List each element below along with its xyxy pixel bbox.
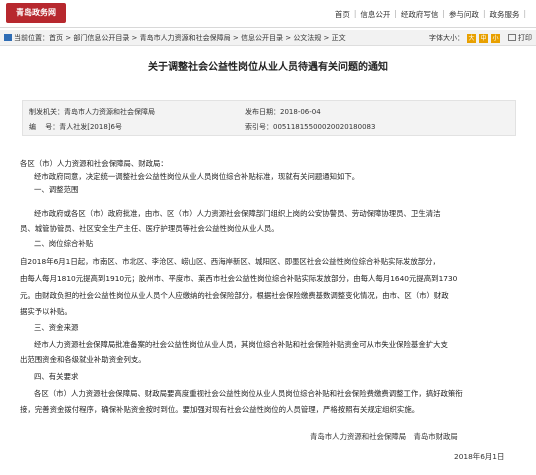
signature-date: 2018年6月1日 [454,452,505,461]
site-logo[interactable]: 青岛政务网 [6,3,66,23]
body-line: 自2018年6月1日起，市南区、市北区、李沧区、崂山区、西海岸新区、城阳区、即墨… [20,257,440,266]
date-value: 2018-06-04 [280,108,321,116]
breadcrumb-bar: 当前位置：首页 > 部门信息公开目录 > 青岛市人力资源和社会保障局 > 信息公… [0,30,536,46]
document-meta: 制发机关：青岛市人力资源和社会保障局 发布日期：2018-06-04 编 号：青… [22,100,516,136]
body-line: 由每人每月1810元提高到1910元；胶州市、平度市、莱西市社会公益性岗位综合补… [20,274,458,283]
body-line: 据实予以补贴。 [20,307,72,316]
font-medium-button[interactable]: 中 [479,33,488,43]
print-label: 打印 [518,34,532,42]
body-line: 经市人力资源社会保障局批准备案的社会公益性岗位从业人员，其岗位综合补贴和社会保险… [34,340,448,349]
issuer-row: 制发机关：青岛市人力资源和社会保障局 [29,107,155,117]
signature: 青岛市人力资源和社会保障局 青岛市财政局 [310,432,458,441]
section-heading: 三、资金来源 [34,323,79,332]
document-title: 关于调整社会公益性岗位从业人员待遇有关问题的通知 [148,62,388,73]
crumb-home[interactable]: 首页 [49,34,63,42]
breadcrumb: 当前位置：首页 > 部门信息公开目录 > 青岛市人力资源和社会保障局 > 信息公… [4,30,346,46]
index-label: 索引号： [245,123,273,131]
top-nav: 首页 | 信息公开 | 经政府写信 | 参与问政 | 政务服务 | [334,9,526,20]
body-line: 员、城管协管员、社区安全生产主任、医疗护理员等社会公益性岗位从业人员。 [20,224,279,233]
body-line: 接，完善资金拨付程序，确保补贴资金按时到位。要加强对现有社会公益性岗位的人员管理… [20,405,420,414]
font-size-label: 字体大小： [429,34,464,42]
nav-info-open[interactable]: 信息公开 [360,9,390,20]
print-icon [508,34,516,41]
date-row: 发布日期：2018-06-04 [245,107,321,117]
nav-home[interactable]: 首页 [335,9,350,20]
home-icon [4,34,12,41]
crumb-dept-catalog[interactable]: 部门信息公开目录 [73,34,129,42]
nav-participate[interactable]: 参与问政 [449,9,479,20]
print-button[interactable]: 打印 [508,30,532,46]
salutation: 各区（市）人力资源和社会保障局、财政局： [20,159,168,168]
breadcrumb-label: 当前位置： [14,34,49,42]
body-line: 经市政府或各区（市）政府批准，由市、区（市）人力资源社会保障部门组织上岗的公安协… [34,209,441,218]
crumb-info-catalog[interactable]: 信息公开目录 [241,34,283,42]
issuer-label: 制发机关： [29,108,64,116]
body-line: 各区（市）人力资源社会保障局、财政局要高度重视社会公益性岗位从业人员岗位综合补贴… [34,389,463,398]
section-heading: 四、有关要求 [34,372,79,381]
crumb-bureau[interactable]: 青岛市人力资源和社会保障局 [140,34,231,42]
font-small-button[interactable]: 小 [491,33,500,43]
date-label: 发布日期： [245,108,280,116]
top-header: 青岛政务网 首页 | 信息公开 | 经政府写信 | 参与问政 | 政务服务 | [0,0,536,28]
font-large-button[interactable]: 大 [467,33,476,43]
nav-services[interactable]: 政务服务 [489,9,519,20]
number-value: 青人社发[2018]6号 [59,123,122,131]
section-heading: 一、调整范围 [34,185,79,194]
issuer-value: 青岛市人力资源和社会保障局 [64,108,155,116]
number-label: 编 号： [29,123,60,131]
body-line: 经市政府同意，决定统一调整社会公益性岗位从业人员岗位综合补贴标准，现就有关问题通… [34,172,360,181]
body-line: 元。由财政负担的社会公益性岗位从业人员个人应缴纳的社会保险部分，根据社会保险缴费… [20,291,449,300]
crumb-current: 正文 [331,34,346,42]
page-tools: 字体大小： 大 中 小 打印 [429,30,532,46]
index-value: 00511815500020020180083 [273,123,376,131]
body-line: 出范围资金和各级就业补助资金列支。 [20,355,146,364]
nav-write-letter[interactable]: 经政府写信 [401,9,439,20]
index-row: 索引号：00511815500020020180083 [245,122,375,132]
crumb-regulations[interactable]: 公文法规 [293,34,321,42]
number-row: 编 号：青人社发[2018]6号 [29,122,122,132]
section-heading: 二、岗位综合补贴 [34,239,94,248]
